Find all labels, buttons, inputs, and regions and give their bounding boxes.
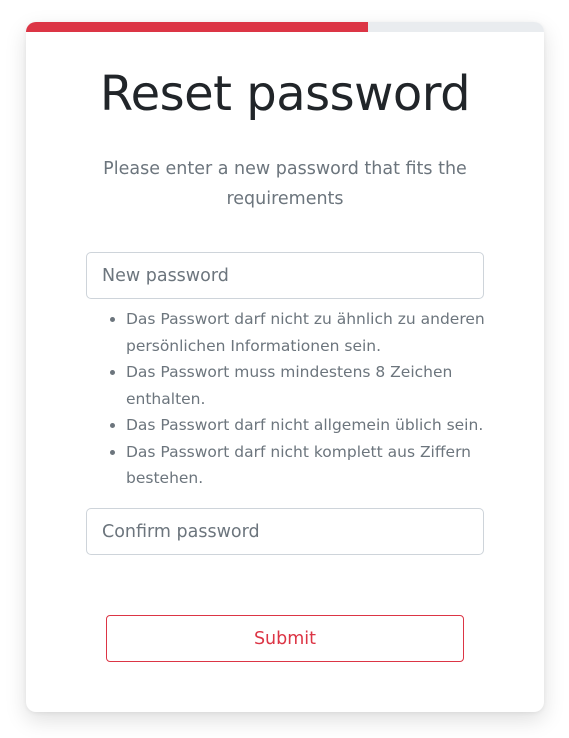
new-password-input[interactable] (86, 252, 484, 299)
requirement-item: Das Passwort darf nicht komplett aus Zif… (126, 439, 496, 492)
reset-password-card: Reset password Please enter a new passwo… (26, 22, 544, 712)
requirement-item: Das Passwort darf nicht zu ähnlich zu an… (126, 306, 496, 359)
progress-bar (26, 22, 544, 32)
requirement-item: Das Passwort muss mindestens 8 Zeichen e… (126, 359, 496, 412)
submit-button[interactable]: Submit (106, 615, 464, 662)
password-requirements-list: Das Passwort darf nicht zu ähnlich zu an… (126, 306, 496, 492)
page-title: Reset password (99, 66, 471, 122)
requirement-item: Das Passwort darf nicht allgemein üblich… (126, 412, 496, 439)
page-subtitle: Please enter a new password that fits th… (103, 159, 467, 209)
progress-bar-fill (26, 22, 368, 32)
confirm-password-input[interactable] (86, 508, 484, 555)
